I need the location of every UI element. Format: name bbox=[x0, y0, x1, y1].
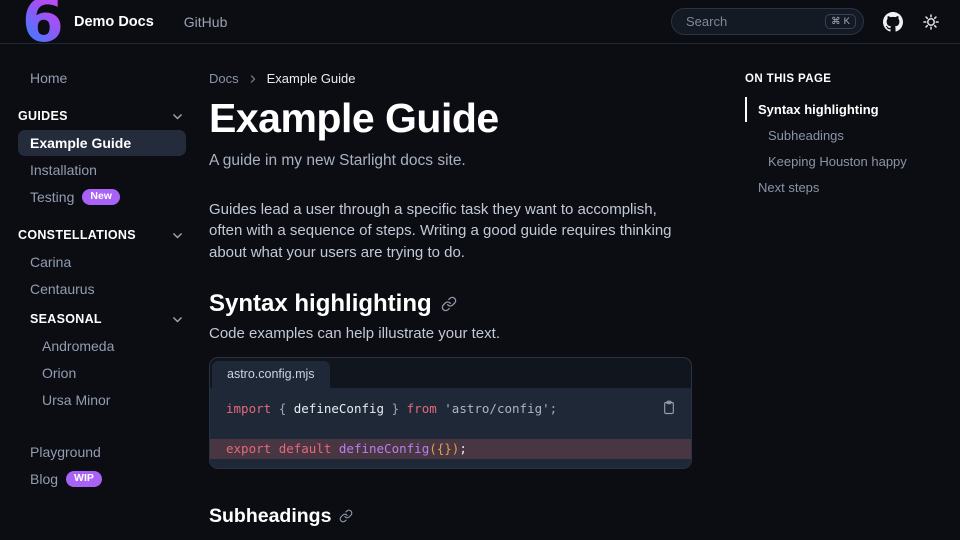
code-token: default bbox=[279, 441, 339, 456]
search-input[interactable]: Search ⌘ K bbox=[671, 8, 864, 35]
new-badge: New bbox=[82, 189, 120, 205]
github-repo-button[interactable] bbox=[883, 12, 903, 32]
theme-toggle-button[interactable] bbox=[922, 13, 940, 31]
page-lede: A guide in my new Starlight docs site. bbox=[209, 152, 692, 170]
copy-code-button[interactable] bbox=[659, 397, 679, 418]
github-icon bbox=[883, 12, 903, 32]
toc-item-subheadings[interactable]: Subheadings bbox=[745, 123, 950, 148]
anchor-link-icon[interactable] bbox=[339, 509, 353, 523]
sidebar-item-centaurus[interactable]: Centaurus bbox=[18, 276, 186, 302]
heading-text: Syntax highlighting bbox=[209, 290, 432, 318]
site-title-link[interactable]: Demo Docs bbox=[74, 14, 154, 30]
sidebar-item-orion[interactable]: Orion bbox=[18, 360, 186, 386]
sidebar-group-label: CONSTELLATIONS bbox=[18, 228, 136, 242]
code-tab-bar: astro.config.mjs bbox=[210, 358, 691, 388]
toc-heading: ON THIS PAGE bbox=[745, 73, 950, 85]
code-token: ; bbox=[550, 401, 558, 416]
chevron-down-icon bbox=[171, 110, 184, 123]
sidebar-item-home[interactable]: Home bbox=[18, 65, 186, 91]
code-block: astro.config.mjs import { defineConfig }… bbox=[209, 357, 692, 469]
main-content: Docs Example Guide Example Guide A guide… bbox=[200, 44, 722, 539]
toc-item-syntax-highlighting[interactable]: Syntax highlighting bbox=[745, 97, 950, 122]
section-body: Code examples can help illustrate your t… bbox=[209, 325, 692, 342]
code-token: ; bbox=[459, 441, 467, 456]
sidebar-group-label: GUIDES bbox=[18, 109, 68, 123]
code-line-empty bbox=[210, 419, 691, 439]
anchor-link-icon[interactable] bbox=[441, 296, 457, 312]
heading-subheadings: Subheadings bbox=[209, 505, 692, 528]
wip-badge: WIP bbox=[66, 471, 102, 487]
nav-link-github[interactable]: GitHub bbox=[184, 14, 228, 30]
code-token: } bbox=[384, 401, 407, 416]
code-token: defineConfig bbox=[339, 441, 429, 456]
sidebar-group-label: SEASONAL bbox=[30, 312, 102, 326]
sidebar-item-carina[interactable]: Carina bbox=[18, 249, 186, 275]
toc-item-keeping-houston-happy[interactable]: Keeping Houston happy bbox=[745, 149, 950, 174]
sidebar-item-example-guide[interactable]: Example Guide bbox=[18, 130, 186, 156]
search-shortcut-badge: ⌘ K bbox=[825, 14, 856, 30]
sidebar-item-label: Testing bbox=[30, 189, 74, 205]
code-token: ({}) bbox=[429, 441, 459, 456]
sidebar-item-ursa-minor[interactable]: Ursa Minor bbox=[18, 387, 186, 413]
sidebar-item-playground[interactable]: Playground bbox=[18, 439, 186, 465]
logo-glyph: 6 bbox=[22, 0, 64, 44]
heading-syntax-highlighting: Syntax highlighting bbox=[209, 290, 692, 318]
breadcrumb-root[interactable]: Docs bbox=[209, 71, 239, 86]
sidebar-item-andromeda[interactable]: Andromeda bbox=[18, 333, 186, 359]
code-tab[interactable]: astro.config.mjs bbox=[212, 361, 330, 388]
search-shortcut-mod: ⌘ bbox=[831, 17, 841, 27]
chevron-down-icon bbox=[171, 229, 184, 242]
chevron-down-icon bbox=[171, 313, 184, 326]
heading-text: Subheadings bbox=[209, 505, 331, 528]
code-token: import bbox=[226, 401, 279, 416]
site-header: 6 Demo Docs GitHub Search ⌘ K bbox=[0, 0, 960, 44]
site-logo[interactable]: 6 bbox=[0, 0, 74, 44]
code-token: from bbox=[407, 401, 445, 416]
on-this-page-nav: ON THIS PAGE Syntax highlighting Subhead… bbox=[722, 44, 960, 539]
code-line-highlighted: export default defineConfig({}); bbox=[210, 439, 691, 459]
code-token: { bbox=[279, 401, 294, 416]
code-token: defineConfig bbox=[294, 401, 384, 416]
sidebar-item-testing[interactable]: Testing New bbox=[18, 184, 186, 210]
breadcrumb: Docs Example Guide bbox=[209, 71, 692, 86]
sun-icon bbox=[922, 13, 940, 31]
chevron-right-icon bbox=[248, 74, 258, 84]
code-token: 'astro/config' bbox=[444, 401, 549, 416]
clipboard-icon bbox=[661, 399, 677, 416]
search-placeholder: Search bbox=[686, 14, 727, 29]
toc-item-next-steps[interactable]: Next steps bbox=[745, 175, 950, 200]
sidebar-item-label: Blog bbox=[30, 471, 58, 487]
intro-paragraph: Guides lead a user through a specific ta… bbox=[209, 199, 692, 263]
sidebar-group-constellations[interactable]: CONSTELLATIONS bbox=[18, 222, 186, 248]
page-title: Example Guide bbox=[209, 95, 692, 142]
sidebar-group-seasonal[interactable]: SEASONAL bbox=[18, 306, 186, 332]
code-body: import { defineConfig } from 'astro/conf… bbox=[210, 388, 691, 468]
sidebar-item-blog[interactable]: Blog WIP bbox=[18, 466, 186, 492]
search-shortcut-key: K bbox=[844, 17, 850, 27]
code-line: import { defineConfig } from 'astro/conf… bbox=[210, 399, 691, 419]
breadcrumb-current: Example Guide bbox=[267, 71, 356, 86]
sidebar-group-guides[interactable]: GUIDES bbox=[18, 103, 186, 129]
code-token: export bbox=[226, 441, 279, 456]
sidebar-nav: Home GUIDES Example Guide Installation T… bbox=[0, 44, 200, 539]
sidebar-item-installation[interactable]: Installation bbox=[18, 157, 186, 183]
